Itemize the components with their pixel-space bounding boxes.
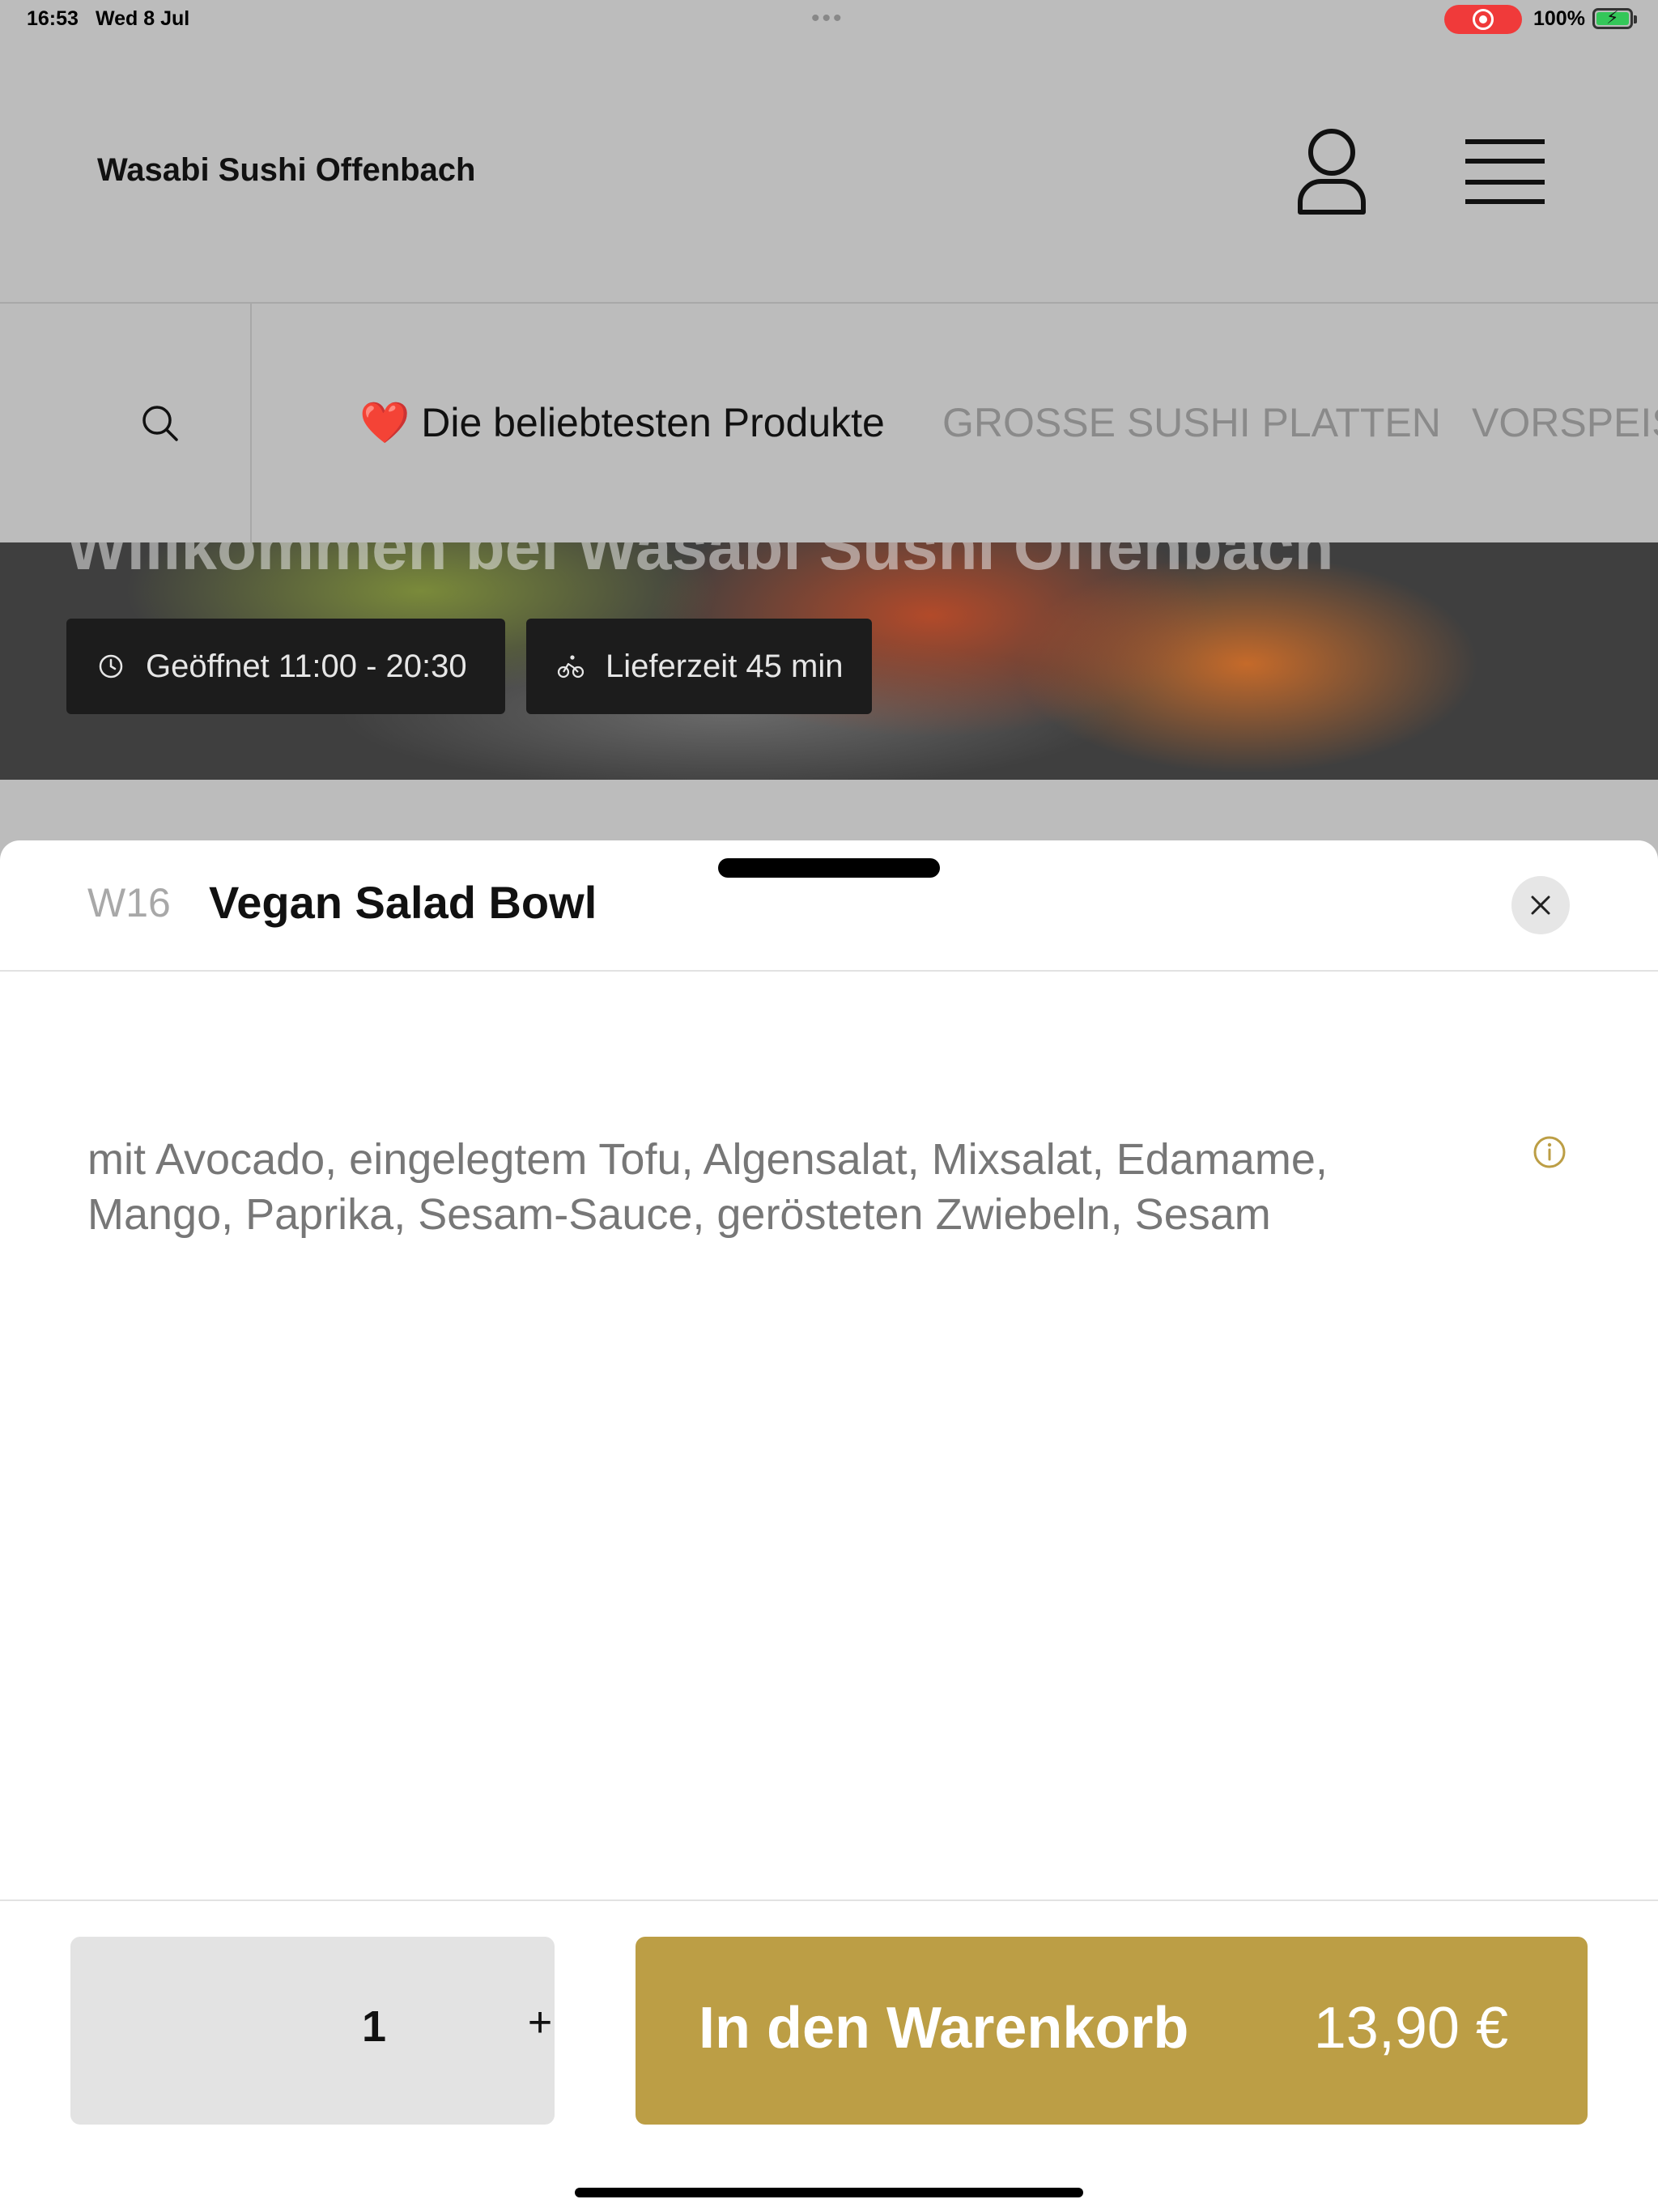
delivery-time-pill: Lieferzeit 45 min: [526, 619, 872, 714]
multitasking-dots-icon[interactable]: •••: [811, 5, 844, 32]
restaurant-name[interactable]: Wasabi Sushi Offenbach: [97, 152, 475, 189]
hamburger-menu-icon[interactable]: [1464, 136, 1546, 209]
category-nav: ❤️ Die beliebtesten Produkte GROSSE SUSHI…: [0, 304, 1658, 542]
app-header: Wasabi Sushi Offenbach: [0, 39, 1658, 304]
status-time: 16:53: [27, 7, 79, 30]
product-code: W16: [87, 880, 171, 925]
status-bar: 16:53 Wed 8 Jul ••• 100% ⚡: [0, 0, 1658, 39]
add-to-cart-label: In den Warenkorb: [699, 1996, 1189, 2061]
hero-title: Willkommen bei Wasabi Sushi Offenbach: [66, 542, 1334, 583]
info-icon[interactable]: [1533, 1135, 1567, 1169]
category-tab-vorspeisen[interactable]: VORSPEIS: [1472, 399, 1658, 446]
bicycle-icon: [557, 655, 585, 678]
clock-icon: [99, 654, 123, 678]
battery-percent: 100%: [1533, 7, 1585, 30]
product-sheet: W16 Vegan Salad Bowl mit Avocado, eingel…: [0, 840, 1658, 2212]
screen-recording-icon[interactable]: [1444, 5, 1522, 34]
search-button[interactable]: [0, 304, 252, 542]
quantity-stepper: 1 +: [70, 1937, 555, 2125]
product-name: Vegan Salad Bowl: [209, 877, 597, 928]
add-to-cart-button[interactable]: In den Warenkorb 13,90 €: [636, 1937, 1588, 2125]
heart-icon: ❤️: [359, 400, 410, 445]
hero-banner: Willkommen bei Wasabi Sushi Offenbach Ge…: [0, 542, 1658, 780]
close-icon: [1531, 895, 1550, 915]
battery-icon: ⚡: [1592, 7, 1637, 29]
quantity-value: 1: [362, 2002, 387, 2051]
product-price: 13,90 €: [1313, 1996, 1508, 2061]
category-tab-sushi-platten[interactable]: GROSSE SUSHI PLATTEN: [942, 399, 1441, 446]
sheet-drag-handle[interactable]: [718, 858, 940, 878]
search-icon: [142, 406, 178, 441]
product-description: mit Avocado, eingelegtem Tofu, Algensala…: [87, 1135, 1328, 1239]
quantity-increase-button[interactable]: +: [522, 1998, 558, 2050]
category-tab-popular[interactable]: ❤️ Die beliebtesten Produkte: [359, 399, 885, 447]
close-button[interactable]: [1511, 876, 1570, 934]
home-indicator[interactable]: [575, 2188, 1083, 2197]
delivery-time-text: Lieferzeit 45 min: [606, 648, 844, 684]
user-icon[interactable]: [1295, 128, 1368, 219]
sheet-footer: 1 + In den Warenkorb 13,90 €: [0, 1899, 1658, 2212]
category-label: Die beliebtesten Produkte: [421, 400, 885, 445]
status-date: Wed 8 Jul: [96, 7, 190, 30]
opening-hours-text: Geöffnet 11:00 - 20:30: [146, 648, 467, 684]
opening-hours-pill: Geöffnet 11:00 - 20:30: [66, 619, 505, 714]
